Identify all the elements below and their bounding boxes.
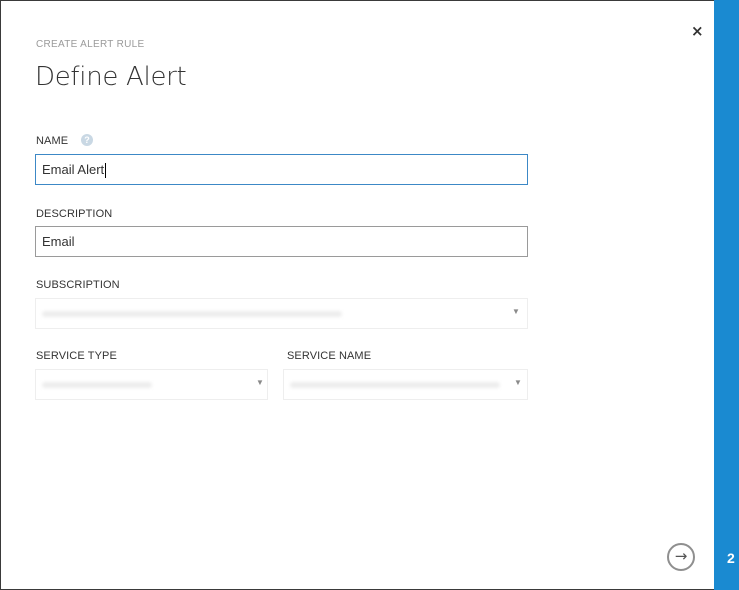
page-title: Define Alert — [35, 62, 187, 92]
create-alert-dialog: × CREATE ALERT RULE Define Alert NAME ? … — [0, 0, 714, 590]
description-label: DESCRIPTION — [36, 208, 113, 220]
text-caret — [105, 163, 107, 179]
description-input-value: Email — [42, 234, 75, 249]
subscription-select[interactable]: ▼ — [35, 298, 528, 329]
name-input-value: Email Alert — [42, 162, 105, 177]
next-button[interactable]: → — [667, 543, 695, 571]
name-label: NAME — [36, 135, 69, 147]
chevron-down-icon: ▼ — [256, 378, 264, 387]
description-input[interactable]: Email — [35, 226, 528, 257]
service-name-label: SERVICE NAME — [287, 350, 372, 362]
service-name-select[interactable]: ▼ — [283, 369, 528, 400]
service-type-select[interactable]: ▼ — [35, 369, 268, 400]
step-number: 2 — [727, 550, 735, 566]
service-name-blurred-value — [290, 382, 500, 388]
subscription-blurred-value — [42, 311, 342, 317]
service-type-label: SERVICE TYPE — [36, 350, 117, 362]
subscription-label: SUBSCRIPTION — [36, 279, 120, 291]
chevron-down-icon: ▼ — [514, 378, 522, 387]
name-input[interactable]: Email Alert — [35, 154, 528, 185]
close-button[interactable]: × — [691, 23, 705, 39]
help-icon[interactable]: ? — [81, 134, 93, 146]
dialog-subtitle: CREATE ALERT RULE — [36, 39, 145, 50]
chevron-down-icon: ▼ — [512, 307, 520, 316]
wizard-step-strip — [714, 0, 739, 590]
service-type-blurred-value — [42, 382, 152, 388]
